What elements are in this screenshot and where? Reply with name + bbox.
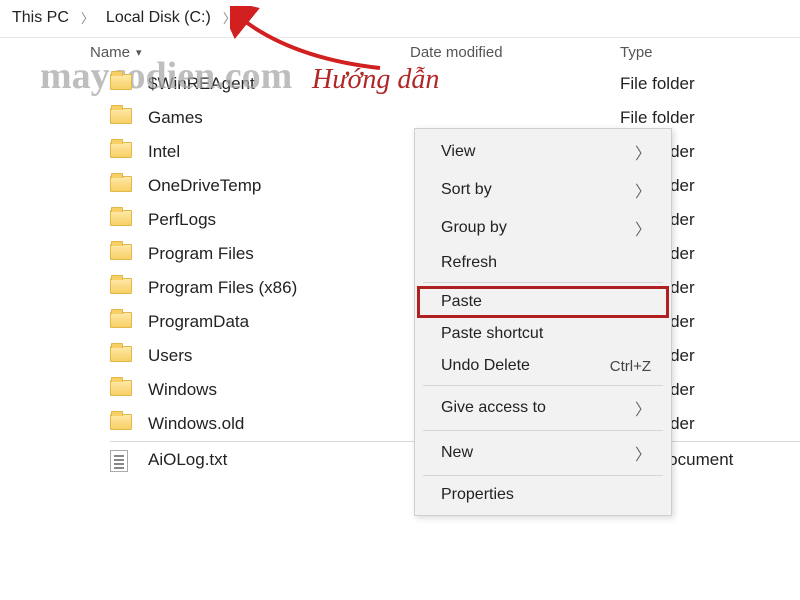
folder-icon: [110, 244, 134, 264]
breadcrumb[interactable]: This PC 〉 Local Disk (C:) 〉: [0, 0, 800, 35]
folder-icon: [110, 380, 134, 400]
menu-undo-delete-label: Undo Delete: [441, 357, 530, 375]
folder-icon: [110, 74, 134, 94]
context-menu: View 〉 Sort by 〉 Group by 〉 Refresh Past…: [414, 128, 672, 516]
file-name: $WinREAgent: [148, 74, 410, 94]
menu-new-label: New: [441, 444, 473, 462]
menu-refresh[interactable]: Refresh: [417, 247, 669, 279]
menu-paste-shortcut[interactable]: Paste shortcut: [417, 318, 669, 350]
menu-sort-by-label: Sort by: [441, 181, 492, 199]
menu-sort-by[interactable]: Sort by 〉: [417, 171, 669, 209]
file-name: OneDriveTemp: [148, 176, 410, 196]
menu-undo-shortcut: Ctrl+Z: [610, 358, 651, 375]
column-headers: Name ▾ Date modified Type: [0, 38, 800, 67]
col-header-name-label: Name: [90, 44, 130, 61]
menu-new[interactable]: New 〉: [417, 434, 669, 472]
menu-paste[interactable]: Paste: [417, 286, 669, 318]
menu-properties-label: Properties: [441, 486, 514, 504]
table-row[interactable]: $WinREAgent File folder: [110, 67, 800, 101]
menu-refresh-label: Refresh: [441, 254, 497, 272]
chevron-right-icon: 〉: [223, 8, 236, 27]
menu-paste-shortcut-label: Paste shortcut: [441, 325, 543, 343]
menu-separator: [423, 430, 663, 431]
file-name: Intel: [148, 142, 410, 162]
breadcrumb-drive[interactable]: Local Disk (C:): [106, 9, 211, 27]
chevron-right-icon: 〉: [635, 441, 651, 465]
col-header-type[interactable]: Type: [620, 44, 800, 61]
folder-icon: [110, 312, 134, 332]
folder-icon: [110, 346, 134, 366]
file-name: Program Files (x86): [148, 278, 410, 298]
file-list: $WinREAgent File folder Games File folder In…: [0, 67, 800, 475]
menu-separator: [423, 282, 663, 283]
col-header-date[interactable]: Date modified: [410, 44, 620, 61]
menu-undo-delete[interactable]: Undo Delete Ctrl+Z: [417, 350, 669, 382]
folder-icon: [110, 142, 134, 162]
breadcrumb-root[interactable]: This PC: [12, 9, 69, 27]
menu-properties[interactable]: Properties: [417, 479, 669, 511]
chevron-right-icon: 〉: [81, 8, 94, 27]
menu-group-by-label: Group by: [441, 219, 507, 237]
menu-give-access-label: Give access to: [441, 399, 546, 417]
file-name: Users: [148, 346, 410, 366]
menu-separator: [423, 475, 663, 476]
chevron-right-icon: 〉: [635, 216, 651, 240]
menu-paste-label: Paste: [441, 293, 482, 311]
chevron-right-icon: 〉: [635, 178, 651, 202]
file-name: Games: [148, 108, 410, 128]
folder-icon: [110, 108, 134, 128]
chevron-right-icon: 〉: [635, 396, 651, 420]
folder-icon: [110, 210, 134, 230]
menu-view-label: View: [441, 143, 475, 161]
file-name: AiOLog.txt: [148, 450, 410, 470]
file-type: File folder: [620, 108, 695, 128]
file-name: ProgramData: [148, 312, 410, 332]
file-name: PerfLogs: [148, 210, 410, 230]
folder-icon: [110, 176, 134, 196]
col-header-name[interactable]: Name ▾: [90, 44, 410, 61]
file-name: Windows: [148, 380, 410, 400]
menu-separator: [423, 385, 663, 386]
menu-give-access[interactable]: Give access to 〉: [417, 389, 669, 427]
chevron-right-icon: 〉: [635, 140, 651, 164]
menu-view[interactable]: View 〉: [417, 133, 669, 171]
folder-icon: [110, 414, 134, 434]
text-file-icon: [110, 450, 134, 470]
menu-group-by[interactable]: Group by 〉: [417, 209, 669, 247]
file-type: File folder: [620, 74, 695, 94]
sort-caret-icon: ▾: [136, 46, 142, 59]
folder-icon: [110, 278, 134, 298]
file-name: Program Files: [148, 244, 410, 264]
file-name: Windows.old: [148, 414, 410, 434]
